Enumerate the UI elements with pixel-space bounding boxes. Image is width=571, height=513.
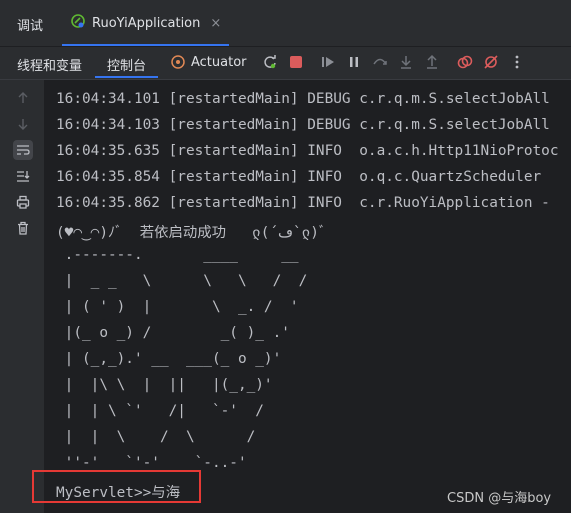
arrow-up-icon[interactable]: [13, 88, 33, 108]
pause-icon[interactable]: [345, 53, 363, 71]
tab-actuator[interactable]: Actuator: [191, 55, 247, 70]
console-line: (♥◠‿◠)ﾉﾞ 若依启动成功 ლ(´ڡ`ლ)ﾞ: [56, 225, 327, 241]
arrow-down-icon[interactable]: [13, 114, 33, 134]
console-line: | (_,_).' __ ___(_ o _)': [56, 351, 282, 367]
console-line: ''-' `'-' `-..-': [56, 455, 247, 471]
tab-threads-variables[interactable]: 线程和变量: [17, 55, 82, 74]
console-line: 16:04:34.101 [restartedMain] DEBUG c.r.q…: [56, 91, 550, 107]
mute-breakpoints-icon[interactable]: [482, 53, 500, 71]
console-tab-indicator: [95, 76, 158, 78]
tab-label: RuoYiApplication: [92, 15, 201, 31]
console-line: |(_ o _) / _( )_ .': [56, 325, 290, 341]
clear-trash-icon[interactable]: [13, 218, 33, 238]
spring-boot-icon: [70, 13, 86, 33]
more-options-icon[interactable]: [508, 53, 526, 71]
actuator-icon: [169, 53, 187, 71]
step-into-icon[interactable]: [397, 53, 415, 71]
scroll-to-end-icon[interactable]: [13, 166, 33, 186]
close-icon[interactable]: ×: [210, 16, 221, 31]
resume-icon[interactable]: [319, 53, 337, 71]
tab-bar: 调试 RuoYiApplication ×: [0, 0, 571, 47]
debug-toolbar: 线程和变量 控制台 Actuator: [0, 47, 571, 80]
console-line: | _ _ \ \ \ / /: [56, 273, 308, 289]
console-side-toolbar: [0, 80, 44, 513]
tab-console[interactable]: 控制台: [107, 55, 146, 74]
rerun-icon[interactable]: [261, 53, 279, 71]
console-line: 16:04:34.103 [restartedMain] DEBUG c.r.q…: [56, 117, 550, 133]
console-line: 16:04:35.862 [restartedMain] INFO c.r.Ru…: [56, 195, 550, 211]
console-line: | | \ `' /| `-' /: [56, 403, 264, 419]
step-over-icon[interactable]: [371, 53, 389, 71]
soft-wrap-icon[interactable]: [13, 140, 33, 160]
console-line: | | \ / \ /: [56, 429, 256, 445]
tab-ruoyi-application[interactable]: RuoYiApplication ×: [62, 0, 230, 46]
console-output[interactable]: 16:04:34.101 [restartedMain] DEBUG c.r.q…: [44, 80, 571, 513]
tab-debug[interactable]: 调试: [17, 15, 43, 34]
breakpoints-icon[interactable]: [456, 53, 474, 71]
active-tab-indicator: [62, 44, 230, 46]
stop-icon[interactable]: [287, 53, 305, 71]
console-line: 16:04:35.635 [restartedMain] INFO o.a.c.…: [56, 143, 559, 159]
highlight-box: [32, 470, 201, 503]
watermark: CSDN @与海boy: [447, 491, 552, 506]
step-out-icon[interactable]: [423, 53, 441, 71]
console-line: 16:04:35.854 [restartedMain] INFO o.q.c.…: [56, 169, 542, 185]
console-line: | ( ' ) | \ _. / ': [56, 299, 299, 315]
console-line: .-------. ____ __: [56, 247, 299, 263]
console-line: | |\ \ | || |(_,_)': [56, 377, 273, 393]
print-icon[interactable]: [13, 192, 33, 212]
